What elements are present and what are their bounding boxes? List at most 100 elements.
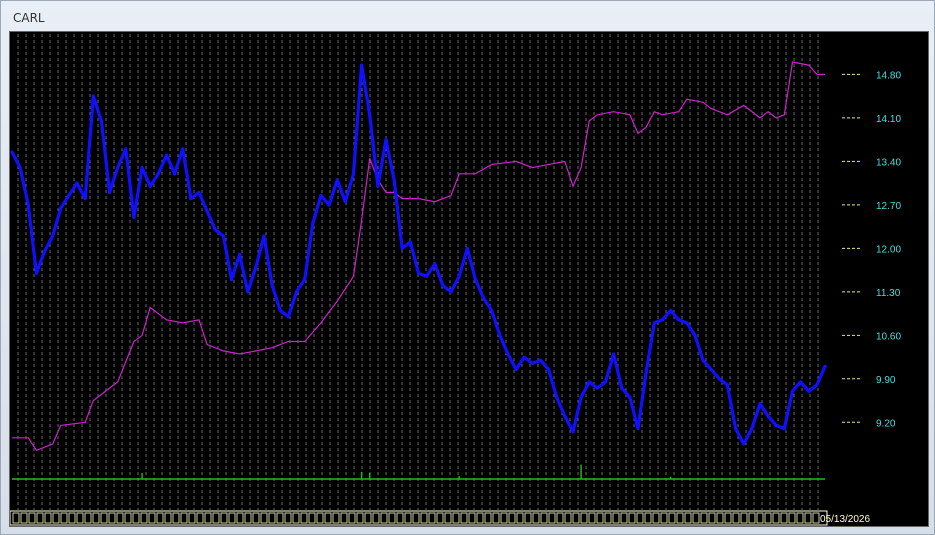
- price-point: [116, 165, 120, 170]
- price-point: [327, 203, 331, 207]
- price-point: [59, 206, 63, 210]
- y-tick-label: 14.10: [876, 114, 901, 125]
- price-point: [181, 147, 185, 151]
- price-point: [563, 414, 567, 418]
- price-point: [758, 402, 762, 406]
- title-bar[interactable]: CARL: [1, 1, 934, 31]
- y-tick-label: 9.90: [876, 375, 896, 386]
- price-point: [628, 395, 632, 400]
- price-point: [278, 308, 282, 313]
- price-chart: 14.80 14.10 13.40 12.70 12.00 11.30 10.60 9.90 9…: [10, 32, 928, 526]
- price-point: [449, 290, 453, 294]
- price-point: [34, 271, 38, 275]
- price-point: [343, 200, 347, 204]
- price-point: [538, 358, 543, 362]
- y-tick-label: 13.40: [876, 157, 901, 168]
- price-point: [701, 358, 705, 362]
- price-point: [67, 193, 71, 198]
- price-point: [571, 430, 575, 434]
- price-point: [229, 277, 234, 282]
- date-label: 05/13/2026: [820, 514, 870, 525]
- price-point: [303, 277, 307, 282]
- price-point: [26, 203, 30, 207]
- price-point: [530, 361, 534, 365]
- price-point: [750, 426, 754, 431]
- price-point: [368, 113, 372, 117]
- price-point: [205, 209, 209, 213]
- price-point: [481, 296, 486, 300]
- price-point: [18, 165, 22, 170]
- chart-frame: 14.80 14.10 13.40 12.70 12.00 11.30 10.60 9.90 9…: [9, 31, 929, 527]
- price-point: [262, 234, 266, 238]
- price-point: [620, 386, 624, 390]
- price-point: [579, 395, 583, 400]
- price-point: [636, 426, 640, 431]
- price-point: [213, 228, 217, 232]
- price-point: [376, 184, 380, 188]
- price-point: [221, 234, 225, 238]
- price-point: [595, 386, 599, 390]
- chart-background: [10, 32, 928, 526]
- y-tick-label: 12.00: [876, 244, 901, 255]
- price-point: [400, 246, 404, 250]
- price-point: [668, 308, 673, 313]
- price-point: [140, 165, 144, 170]
- window-title: CARL: [13, 11, 45, 25]
- y-tick-label: 11.30: [876, 288, 901, 299]
- price-point: [408, 240, 412, 244]
- price-point: [425, 274, 429, 278]
- price-point: [799, 380, 803, 384]
- price-point: [733, 426, 738, 431]
- price-point: [335, 178, 339, 182]
- price-point: [522, 355, 526, 359]
- price-point: [782, 426, 786, 431]
- price-point: [725, 383, 730, 387]
- price-point: [156, 172, 160, 176]
- price-point: [790, 389, 795, 393]
- price-point: [107, 190, 112, 195]
- price-point: [473, 277, 478, 282]
- price-point: [124, 147, 128, 151]
- price-point: [709, 367, 713, 372]
- y-tick-label: 12.70: [876, 201, 901, 212]
- price-point: [465, 246, 469, 250]
- price-point: [652, 321, 656, 325]
- price-point: [197, 190, 201, 195]
- price-point: [815, 383, 819, 387]
- price-point: [587, 380, 591, 384]
- price-point: [254, 265, 258, 269]
- price-point: [384, 138, 388, 142]
- price-point: [311, 221, 315, 226]
- price-point: [441, 284, 445, 288]
- price-point: [546, 367, 551, 372]
- chart-window: CARL 14.80 14.10 13.40 12.70 12.00 11.30 10.60…: [0, 0, 935, 535]
- price-point: [498, 333, 502, 337]
- price-point: [164, 153, 169, 157]
- price-point: [644, 370, 648, 375]
- y-tick-label: 14.80: [876, 70, 901, 81]
- y-tick-label: 9.20: [876, 418, 896, 429]
- price-point: [351, 172, 356, 176]
- price-point: [270, 284, 274, 288]
- price-point: [490, 308, 494, 313]
- price-point: [392, 178, 396, 182]
- price-point: [612, 352, 616, 356]
- price-point: [823, 364, 827, 368]
- price-point: [742, 442, 746, 446]
- price-point: [99, 119, 104, 123]
- price-point: [173, 172, 177, 176]
- price-point: [238, 252, 242, 257]
- price-point: [148, 184, 152, 188]
- price-point: [359, 63, 364, 67]
- price-point: [603, 380, 608, 384]
- price-point: [83, 197, 87, 201]
- price-point: [189, 197, 193, 201]
- price-point: [286, 315, 291, 319]
- price-point: [693, 333, 697, 337]
- price-point: [416, 271, 421, 275]
- price-point: [774, 423, 778, 428]
- price-point: [677, 318, 681, 322]
- price-point: [660, 318, 665, 322]
- price-point: [457, 274, 461, 278]
- price-point: [433, 262, 437, 266]
